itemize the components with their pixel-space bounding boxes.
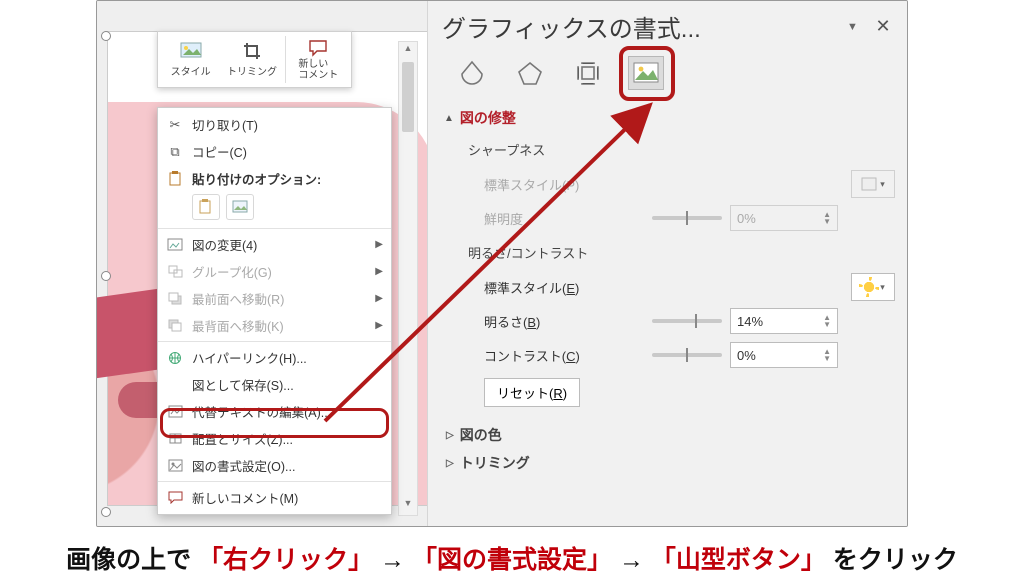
vertical-scrollbar[interactable]: ▲ ▼ — [398, 41, 418, 516]
section-label: 図の色 — [460, 425, 502, 445]
sun-icon — [861, 279, 877, 295]
hyperlink-icon — [166, 349, 184, 367]
cut-icon: ✂ — [166, 116, 184, 134]
comment-icon — [166, 489, 184, 507]
preset-style-e-button[interactable]: ▾ — [851, 273, 895, 301]
menu-paste-header: 貼り付けのオプション: — [158, 165, 391, 192]
menu-separator — [158, 228, 391, 229]
format-pane: グラフィックスの書式... ▼ ✕ ▲ 図の修整 シャープネス — [427, 1, 907, 526]
menu-change-picture[interactable]: 図の変更(4) ▶ — [158, 231, 391, 258]
group-icon — [166, 263, 184, 281]
alt-text-icon — [166, 403, 184, 421]
spinner-arrows-icon: ▲▼ — [823, 211, 831, 225]
preset-style-p-label: 標準スタイル(P) — [484, 175, 644, 194]
section-label: 図の修整 — [460, 108, 516, 128]
style-button[interactable]: スタイル — [162, 36, 219, 83]
sharpness-value: 0% ▲▼ — [730, 205, 838, 231]
expand-icon: ▷ — [446, 430, 454, 441]
scroll-down-icon[interactable]: ▼ — [399, 498, 417, 514]
menu-copy[interactable]: ⧉ コピー(C) — [158, 138, 391, 165]
mini-toolbar: スタイル トリミング 新しい コメント — [157, 31, 352, 88]
sharpness-amount-label: 鮮明度 — [484, 209, 644, 228]
format-picture-icon — [166, 457, 184, 475]
pane-close-button[interactable]: ✕ — [871, 16, 895, 37]
submenu-arrow-icon: ▶ — [375, 266, 383, 277]
tab-effects[interactable] — [512, 56, 548, 90]
section-picture-color[interactable]: ▷ 図の色 — [446, 425, 895, 445]
brightness-value[interactable]: 14% ▲▼ — [730, 308, 838, 334]
size-position-icon — [166, 430, 184, 448]
menu-size-position[interactable]: 配置とサイズ(Z)... — [158, 425, 391, 452]
submenu-arrow-icon: ▶ — [375, 239, 383, 250]
pane-options-caret-icon[interactable]: ▼ — [847, 21, 861, 33]
menu-save-as-picture[interactable]: 図として保存(S)... — [158, 371, 391, 398]
sharpness-slider — [652, 216, 722, 220]
pane-tabstrip — [454, 56, 895, 90]
context-menu: ✂ 切り取り(T) ⧉ コピー(C) 貼り付けのオプション: 図の — [157, 107, 392, 515]
instruction-caption: 画像の上で 「右クリック」 → 「図の書式設定」 → 「山型ボタン」 をクリック — [0, 540, 1024, 576]
change-picture-icon — [166, 236, 184, 254]
brightness-slider[interactable] — [652, 319, 722, 323]
paste-options — [158, 192, 391, 226]
menu-alt-text[interactable]: 代替テキストの編集(A)... — [158, 398, 391, 425]
selection-handle[interactable] — [101, 507, 111, 517]
pane-header: グラフィックスの書式... ▼ ✕ — [442, 5, 895, 50]
bring-front-icon — [166, 290, 184, 308]
spinner-arrows-icon[interactable]: ▲▼ — [823, 348, 831, 362]
new-comment-label: 新しい コメント — [298, 60, 338, 81]
subsection-brightness-contrast: 明るさ/コントラスト — [468, 243, 895, 262]
send-back-icon — [166, 317, 184, 335]
menu-hyperlink[interactable]: ハイパーリンク(H)... — [158, 344, 391, 371]
menu-cut[interactable]: ✂ 切り取り(T) — [158, 111, 391, 138]
preset-style-e-label: 標準スタイル(E) — [484, 278, 644, 297]
chevron-down-icon: ▾ — [880, 179, 885, 190]
paste-icon — [166, 170, 184, 188]
tab-size[interactable] — [570, 56, 606, 90]
menu-group: グループ化(G) ▶ — [158, 258, 391, 285]
brightness-label: 明るさ(B) — [484, 312, 644, 331]
chevron-down-icon: ▾ — [880, 282, 885, 293]
paste-option-keep-formatting[interactable] — [192, 194, 220, 220]
menu-separator — [158, 481, 391, 482]
scroll-up-icon[interactable]: ▲ — [399, 43, 417, 59]
picture-style-icon — [180, 41, 202, 61]
submenu-arrow-icon: ▶ — [375, 320, 383, 331]
spinner-arrows-icon[interactable]: ▲▼ — [823, 314, 831, 328]
section-label: トリミング — [460, 453, 530, 473]
crop-icon — [241, 41, 263, 61]
style-label: スタイル — [171, 63, 211, 78]
selection-handle[interactable] — [101, 31, 111, 41]
paste-option-picture[interactable] — [226, 194, 254, 220]
expand-icon: ▷ — [446, 458, 454, 469]
reset-button[interactable]: リセット(R) — [484, 378, 580, 407]
crop-button[interactable]: トリミング — [223, 36, 280, 83]
separator — [285, 36, 286, 83]
preset-style-p-button: ▾ — [851, 170, 895, 198]
tab-picture[interactable] — [628, 56, 664, 90]
screenshot-viewport: ▲ ▼ スタイル トリミング 新しい コメント ✂ — [96, 0, 908, 527]
menu-separator — [158, 341, 391, 342]
contrast-label: コントラスト(C) — [484, 346, 644, 365]
menu-new-comment[interactable]: 新しいコメント(M) — [158, 484, 391, 511]
menu-format-picture[interactable]: 図の書式設定(O)... — [158, 452, 391, 479]
tab-fill[interactable] — [454, 56, 490, 90]
comment-icon — [307, 38, 329, 58]
menu-bring-front: 最前面へ移動(R) ▶ — [158, 285, 391, 312]
menu-send-back: 最背面へ移動(K) ▶ — [158, 312, 391, 339]
scroll-thumb[interactable] — [402, 62, 414, 132]
section-crop[interactable]: ▷ トリミング — [446, 453, 895, 473]
subsection-sharpness: シャープネス — [468, 140, 895, 159]
crop-label: トリミング — [227, 63, 277, 78]
contrast-slider[interactable] — [652, 353, 722, 357]
pane-title: グラフィックスの書式... — [442, 9, 837, 44]
save-icon — [166, 376, 184, 394]
copy-icon: ⧉ — [166, 143, 184, 161]
submenu-arrow-icon: ▶ — [375, 293, 383, 304]
collapse-icon: ▲ — [444, 113, 454, 124]
selection-handle[interactable] — [101, 271, 111, 281]
contrast-value[interactable]: 0% ▲▼ — [730, 342, 838, 368]
section-corrections[interactable]: ▲ 図の修整 — [444, 108, 895, 128]
new-comment-button[interactable]: 新しい コメント — [290, 36, 347, 83]
